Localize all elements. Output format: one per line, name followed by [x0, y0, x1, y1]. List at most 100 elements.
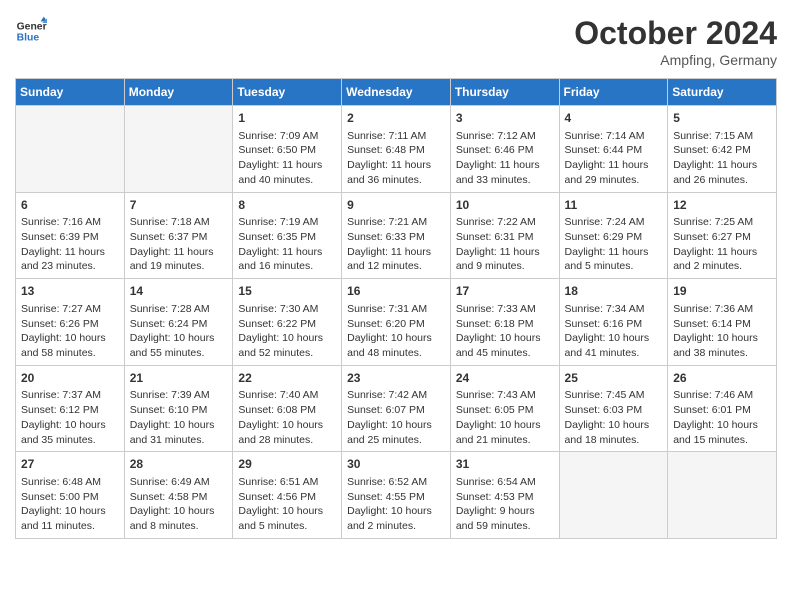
- day-info: Sunset: 6:42 PM: [673, 143, 771, 158]
- day-info: Daylight: 11 hours and 23 minutes.: [21, 245, 119, 274]
- day-info: Sunrise: 6:52 AM: [347, 475, 445, 490]
- calendar-cell: 10Sunrise: 7:22 AMSunset: 6:31 PMDayligh…: [450, 192, 559, 279]
- day-info: Sunrise: 7:09 AM: [238, 129, 336, 144]
- calendar-cell: 4Sunrise: 7:14 AMSunset: 6:44 PMDaylight…: [559, 106, 668, 193]
- calendar-cell: 31Sunrise: 6:54 AMSunset: 4:53 PMDayligh…: [450, 452, 559, 539]
- svg-text:Blue: Blue: [17, 33, 40, 44]
- day-info: Daylight: 10 hours and 45 minutes.: [456, 331, 554, 360]
- calendar-row: 20Sunrise: 7:37 AMSunset: 6:12 PMDayligh…: [16, 365, 777, 452]
- day-info: Daylight: 11 hours and 19 minutes.: [130, 245, 228, 274]
- weekday-header: Wednesday: [342, 79, 451, 106]
- calendar-cell: [124, 106, 233, 193]
- calendar-cell: 22Sunrise: 7:40 AMSunset: 6:08 PMDayligh…: [233, 365, 342, 452]
- day-number: 1: [238, 110, 336, 127]
- calendar-cell: [668, 452, 777, 539]
- day-info: Sunrise: 7:25 AM: [673, 215, 771, 230]
- calendar-cell: 2Sunrise: 7:11 AMSunset: 6:48 PMDaylight…: [342, 106, 451, 193]
- calendar-cell: 3Sunrise: 7:12 AMSunset: 6:46 PMDaylight…: [450, 106, 559, 193]
- day-number: 30: [347, 456, 445, 473]
- calendar-cell: 25Sunrise: 7:45 AMSunset: 6:03 PMDayligh…: [559, 365, 668, 452]
- title-block: October 2024 Ampfing, Germany: [574, 15, 777, 68]
- day-info: Daylight: 10 hours and 38 minutes.: [673, 331, 771, 360]
- day-number: 10: [456, 197, 554, 214]
- day-number: 22: [238, 370, 336, 387]
- day-info: Sunset: 4:53 PM: [456, 490, 554, 505]
- day-info: Daylight: 9 hours and 59 minutes.: [456, 504, 554, 533]
- day-number: 28: [130, 456, 228, 473]
- day-info: Sunrise: 7:42 AM: [347, 388, 445, 403]
- day-info: Sunset: 6:01 PM: [673, 403, 771, 418]
- day-info: Daylight: 10 hours and 8 minutes.: [130, 504, 228, 533]
- calendar-cell: [559, 452, 668, 539]
- day-info: Sunrise: 7:33 AM: [456, 302, 554, 317]
- day-info: Sunrise: 7:27 AM: [21, 302, 119, 317]
- day-number: 17: [456, 283, 554, 300]
- day-info: Sunset: 6:24 PM: [130, 317, 228, 332]
- day-info: Sunrise: 6:48 AM: [21, 475, 119, 490]
- day-info: Sunrise: 7:16 AM: [21, 215, 119, 230]
- logo: General Blue: [15, 15, 47, 47]
- day-info: Daylight: 11 hours and 26 minutes.: [673, 158, 771, 187]
- day-info: Sunset: 6:10 PM: [130, 403, 228, 418]
- day-info: Sunrise: 6:49 AM: [130, 475, 228, 490]
- day-info: Daylight: 10 hours and 41 minutes.: [565, 331, 663, 360]
- day-info: Sunset: 6:29 PM: [565, 230, 663, 245]
- day-info: Sunrise: 7:37 AM: [21, 388, 119, 403]
- day-info: Sunset: 6:48 PM: [347, 143, 445, 158]
- day-number: 26: [673, 370, 771, 387]
- day-info: Sunset: 4:56 PM: [238, 490, 336, 505]
- day-info: Sunset: 6:20 PM: [347, 317, 445, 332]
- calendar-row: 1Sunrise: 7:09 AMSunset: 6:50 PMDaylight…: [16, 106, 777, 193]
- day-info: Sunset: 6:18 PM: [456, 317, 554, 332]
- calendar-cell: 6Sunrise: 7:16 AMSunset: 6:39 PMDaylight…: [16, 192, 125, 279]
- day-info: Daylight: 10 hours and 52 minutes.: [238, 331, 336, 360]
- day-info: Daylight: 10 hours and 35 minutes.: [21, 418, 119, 447]
- day-info: Sunrise: 7:30 AM: [238, 302, 336, 317]
- day-info: Sunrise: 7:31 AM: [347, 302, 445, 317]
- day-info: Sunrise: 7:18 AM: [130, 215, 228, 230]
- calendar-cell: 26Sunrise: 7:46 AMSunset: 6:01 PMDayligh…: [668, 365, 777, 452]
- day-info: Daylight: 11 hours and 16 minutes.: [238, 245, 336, 274]
- day-number: 7: [130, 197, 228, 214]
- day-info: Sunset: 5:00 PM: [21, 490, 119, 505]
- day-info: Daylight: 10 hours and 2 minutes.: [347, 504, 445, 533]
- day-info: Sunrise: 7:14 AM: [565, 129, 663, 144]
- day-info: Sunset: 6:22 PM: [238, 317, 336, 332]
- day-number: 25: [565, 370, 663, 387]
- calendar-cell: 14Sunrise: 7:28 AMSunset: 6:24 PMDayligh…: [124, 279, 233, 366]
- day-info: Daylight: 11 hours and 29 minutes.: [565, 158, 663, 187]
- calendar-cell: 5Sunrise: 7:15 AMSunset: 6:42 PMDaylight…: [668, 106, 777, 193]
- day-info: Sunset: 6:27 PM: [673, 230, 771, 245]
- day-number: 19: [673, 283, 771, 300]
- calendar-table: SundayMondayTuesdayWednesdayThursdayFrid…: [15, 78, 777, 539]
- day-number: 31: [456, 456, 554, 473]
- day-info: Sunset: 4:58 PM: [130, 490, 228, 505]
- calendar-cell: 23Sunrise: 7:42 AMSunset: 6:07 PMDayligh…: [342, 365, 451, 452]
- day-info: Sunrise: 7:34 AM: [565, 302, 663, 317]
- day-info: Sunrise: 7:36 AM: [673, 302, 771, 317]
- day-info: Sunset: 6:12 PM: [21, 403, 119, 418]
- day-info: Daylight: 11 hours and 5 minutes.: [565, 245, 663, 274]
- day-info: Daylight: 10 hours and 5 minutes.: [238, 504, 336, 533]
- day-info: Sunrise: 7:45 AM: [565, 388, 663, 403]
- day-number: 14: [130, 283, 228, 300]
- day-info: Sunset: 6:37 PM: [130, 230, 228, 245]
- day-info: Sunrise: 7:46 AM: [673, 388, 771, 403]
- day-info: Sunset: 6:35 PM: [238, 230, 336, 245]
- weekday-header: Thursday: [450, 79, 559, 106]
- day-info: Daylight: 10 hours and 11 minutes.: [21, 504, 119, 533]
- day-info: Sunrise: 7:21 AM: [347, 215, 445, 230]
- calendar-row: 13Sunrise: 7:27 AMSunset: 6:26 PMDayligh…: [16, 279, 777, 366]
- calendar-cell: 16Sunrise: 7:31 AMSunset: 6:20 PMDayligh…: [342, 279, 451, 366]
- location-subtitle: Ampfing, Germany: [574, 52, 777, 68]
- day-info: Sunrise: 7:12 AM: [456, 129, 554, 144]
- day-info: Daylight: 11 hours and 9 minutes.: [456, 245, 554, 274]
- calendar-cell: 27Sunrise: 6:48 AMSunset: 5:00 PMDayligh…: [16, 452, 125, 539]
- day-number: 18: [565, 283, 663, 300]
- day-number: 21: [130, 370, 228, 387]
- day-info: Daylight: 10 hours and 55 minutes.: [130, 331, 228, 360]
- svg-text:General: General: [17, 21, 47, 32]
- day-info: Daylight: 10 hours and 18 minutes.: [565, 418, 663, 447]
- calendar-cell: 20Sunrise: 7:37 AMSunset: 6:12 PMDayligh…: [16, 365, 125, 452]
- day-info: Sunrise: 7:15 AM: [673, 129, 771, 144]
